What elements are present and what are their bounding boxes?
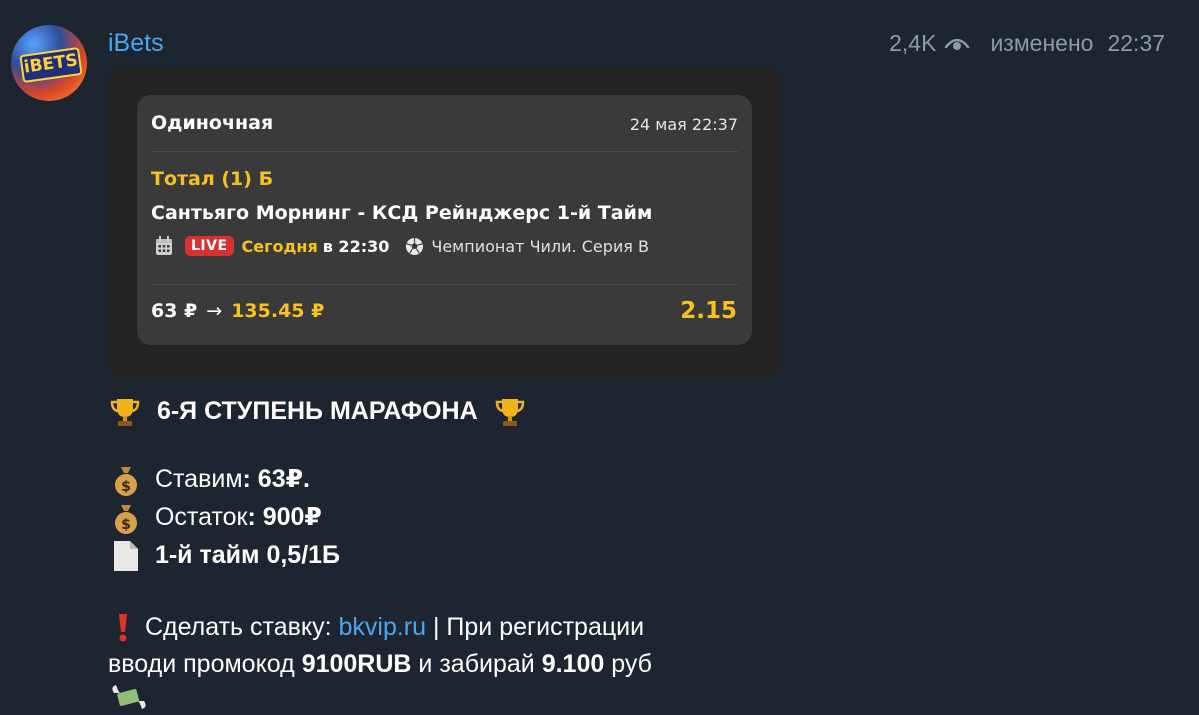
cta-rest: | При регистрации bbox=[426, 613, 645, 641]
avatar-logo: iBETS bbox=[19, 46, 83, 84]
bet-card-type: Одиночная bbox=[151, 112, 274, 134]
money-wings-icon bbox=[112, 685, 146, 709]
promo-text-c: руб bbox=[604, 650, 652, 678]
match-title: Сантьяго Морнинг - КСД Рейнджерс 1-й Тай… bbox=[151, 202, 653, 224]
bookmaker-link[interactable]: bkvip.ru bbox=[339, 613, 427, 641]
svg-text:$: $ bbox=[121, 517, 131, 533]
stake-value: : 63₽. bbox=[242, 465, 310, 493]
promo-line: вводи промокод 9100RUB и забирай 9.100 р… bbox=[108, 646, 652, 682]
message-time: 22:37 bbox=[1107, 30, 1165, 56]
trophy-icon bbox=[495, 399, 524, 427]
divider bbox=[151, 151, 738, 152]
remainder-value: : 900₽ bbox=[247, 503, 322, 531]
exclamation-icon bbox=[119, 614, 127, 642]
match-day: Сегодня bbox=[241, 236, 318, 256]
odds-value: 2.15 bbox=[680, 298, 737, 324]
money-bag-icon: $ bbox=[115, 505, 137, 535]
stake-label: Ставим bbox=[154, 465, 243, 493]
payout-amount: 135.45 ₽ bbox=[231, 300, 325, 322]
match-time: в 22:30 bbox=[322, 236, 390, 256]
stake-row: 63 ₽ → 135.45 ₽ bbox=[151, 300, 324, 322]
match-info: LIVE Сегодня в 22:30 Чемпионат Чили. Сер… bbox=[155, 236, 649, 256]
trophy-icon bbox=[110, 399, 140, 427]
bet-description: 1-й тайм 0,5/1Б bbox=[154, 541, 341, 569]
bet-card-date: 24 мая 22:37 bbox=[629, 115, 738, 134]
live-badge: LIVE bbox=[185, 236, 234, 256]
calendar-icon bbox=[156, 236, 172, 255]
divider bbox=[151, 284, 738, 285]
promo-code: 9100RUB bbox=[301, 650, 412, 678]
soccer-ball-icon bbox=[406, 237, 424, 255]
stake-line: $ Ставим: 63₽. bbox=[108, 461, 310, 497]
cta-line: Сделать ставку: bkvip.ru | При регистрац… bbox=[108, 609, 644, 645]
promo-text-a: вводи промокод bbox=[108, 650, 302, 678]
svg-text:$: $ bbox=[121, 479, 131, 495]
promo-text-b: и забирай bbox=[411, 650, 542, 678]
channel-avatar[interactable]: iBETS bbox=[11, 25, 87, 101]
bet-line: 1-й тайм 0,5/1Б bbox=[108, 537, 340, 573]
remainder-label: Остаток bbox=[154, 503, 248, 531]
eye-icon bbox=[945, 38, 970, 50]
message-meta: 2,4K изменено 22:37 bbox=[889, 30, 1165, 57]
league-name: Чемпионат Чили. Серия В bbox=[431, 236, 649, 256]
bet-type: Тотал (1) Б bbox=[151, 168, 274, 190]
message-title-line: 6-Я СТУПЕНЬ МАРАФОНА bbox=[108, 393, 527, 429]
bonus-amount: 9.100 bbox=[541, 650, 605, 678]
document-icon bbox=[114, 541, 138, 572]
arrow-icon: → bbox=[206, 300, 223, 322]
bet-card: Одиночная 24 мая 22:37 Тотал (1) Б Санть… bbox=[137, 95, 752, 345]
message-title: 6-Я СТУПЕНЬ МАРАФОНА bbox=[156, 397, 478, 425]
edited-label: изменено bbox=[990, 30, 1094, 56]
stake-amount: 63 ₽ bbox=[151, 300, 198, 322]
remainder-line: $ Остаток: 900₽ bbox=[108, 499, 322, 535]
money-bag-icon: $ bbox=[115, 467, 137, 497]
cta-label: Сделать ставку: bbox=[144, 613, 339, 641]
channel-name[interactable]: iBets bbox=[108, 29, 164, 58]
view-count: 2,4K bbox=[889, 30, 937, 56]
